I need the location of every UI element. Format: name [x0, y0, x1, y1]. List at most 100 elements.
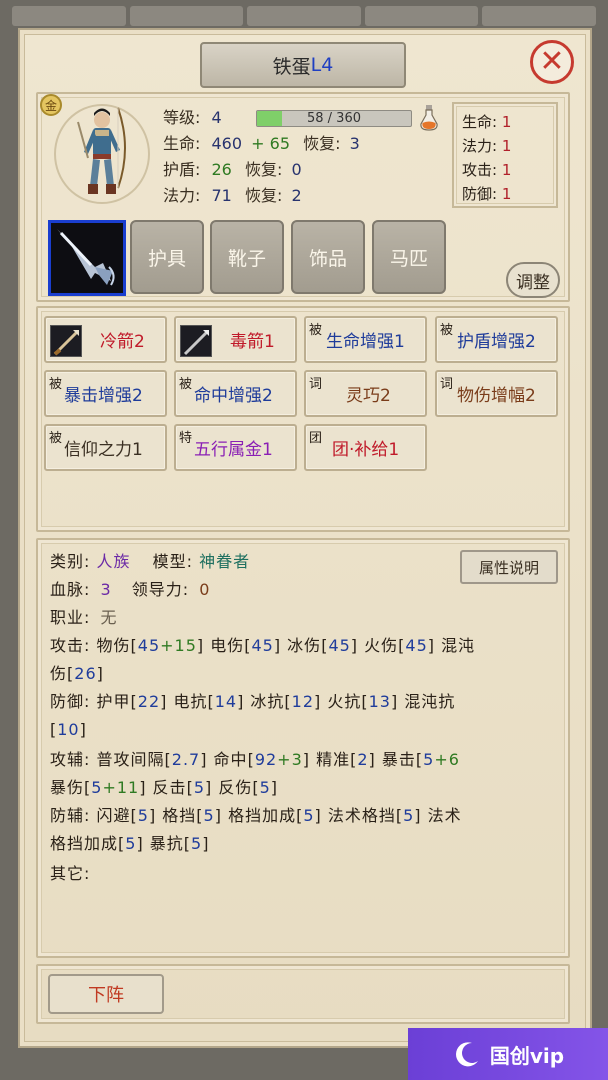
bonus-row: 法力: 1 [462, 134, 548, 158]
magic-block-bonus-label-part1: 法术 [427, 806, 462, 825]
skill-crit-boost[interactable]: 被 暴击增强2 [44, 370, 167, 417]
skill-name: 灵巧2 [346, 386, 391, 406]
reflect-value: 5 [259, 778, 271, 797]
phys-damage-plus: +15 [160, 636, 197, 655]
character-name: 铁蛋 [272, 55, 311, 78]
attribute-help-label: 属性说明 [478, 558, 539, 577]
attack-interval-value: 2.7 [171, 750, 201, 769]
chaos-damage-value: 26 [74, 664, 97, 683]
potion-icon[interactable] [418, 104, 440, 132]
accessory-slot-label: 饰品 [308, 247, 347, 270]
shield-label: 护盾: [163, 160, 201, 179]
other-row: 其它: [50, 860, 90, 888]
skill-tag: 被 [49, 377, 63, 392]
category-label: 类别: [50, 552, 91, 571]
reflect-label: 反伤 [218, 778, 253, 797]
bloodline-value: 3 [100, 580, 112, 599]
fire-res-value: 13 [368, 692, 391, 711]
job-label: 职业: [50, 608, 91, 627]
skill-tag: 特 [179, 431, 193, 446]
weapon-slot[interactable] [48, 220, 126, 296]
skill-poison-arrow[interactable]: 毒箭1 [174, 316, 297, 363]
info-category-row: 类别: 人族 模型: 神眷者 [50, 548, 250, 576]
magic-block-bonus-label-part2: 格挡加成 [50, 834, 119, 853]
counter-value: 5 [193, 778, 205, 797]
bonus-label: 攻击: [462, 161, 498, 179]
bench-button[interactable]: 下阵 [48, 974, 164, 1014]
hit-label: 命中 [213, 750, 248, 769]
skill-name: 五行属金1 [194, 440, 273, 460]
skill-name: 毒箭1 [230, 332, 275, 352]
bonus-label: 法力: [462, 137, 498, 155]
level-value: 4 [211, 108, 222, 127]
skill-hp-boost[interactable]: 被 生命增强1 [304, 316, 427, 363]
adjust-button[interactable]: 调整 [506, 262, 560, 298]
background-tab [247, 6, 361, 26]
defense-label: 防御: [50, 692, 91, 711]
attribute-help-button[interactable]: 属性说明 [460, 550, 558, 584]
bonus-label: 防御: [462, 185, 498, 203]
mp-label: 法力: [163, 186, 201, 205]
moon-logo-icon [455, 1042, 478, 1067]
horse-slot[interactable]: 马匹 [372, 220, 446, 294]
armor-slot[interactable]: 护具 [130, 220, 204, 294]
crit-label: 暴击 [381, 750, 416, 769]
phys-damage-base: 45 [137, 636, 161, 655]
skill-shield-boost[interactable]: 被 护盾增强2 [435, 316, 558, 363]
boots-slot[interactable]: 靴子 [210, 220, 284, 294]
bonus-value: 1 [501, 113, 512, 131]
magic-block-label: 法术格挡 [327, 806, 396, 825]
hp-plus: + 65 [251, 134, 290, 153]
hp-label: 生命: [163, 134, 201, 153]
close-button[interactable]: ✕ [530, 40, 574, 84]
magic-block-bonus-value: 5 [125, 834, 137, 853]
bonus-row: 攻击: 1 [462, 158, 548, 182]
magic-block-value: 5 [403, 806, 415, 825]
fire-damage-value: 45 [405, 636, 428, 655]
bonus-label: 生命: [462, 113, 498, 131]
grade-badge-text: 金 [44, 98, 57, 113]
skill-tag: 被 [179, 377, 193, 392]
character-portrait[interactable] [48, 98, 152, 208]
defense-line-1: 防御: 护甲[22] 电抗[14] 冰抗[12] 火抗[13] 混沌抗 [50, 692, 456, 711]
skill-name: 物伤增幅2 [457, 386, 536, 406]
fire-damage-label: 火伤 [364, 636, 399, 655]
defense-line-2: [10] [50, 720, 87, 739]
job-value: 无 [100, 608, 118, 627]
crit-damage-label: 暴伤 [50, 778, 85, 797]
info-job-row: 职业: 无 [50, 604, 118, 632]
phys-damage-label: 物伤 [96, 636, 131, 655]
background-tab [482, 6, 596, 26]
bonus-value: 1 [501, 161, 512, 179]
bloodline-label: 血脉: [50, 580, 91, 599]
armor-label: 护甲 [96, 692, 131, 711]
hp-regen-label: 恢复: [303, 134, 341, 153]
crit-damage-base: 5 [91, 778, 103, 797]
horse-slot-label: 马匹 [389, 247, 428, 270]
skill-phys-amp[interactable]: 词 物伤增幅2 [435, 370, 558, 417]
ice-res-value: 12 [291, 692, 315, 711]
ice-damage-label: 冰伤 [287, 636, 322, 655]
skill-agility[interactable]: 词 灵巧2 [304, 370, 427, 417]
dodge-value: 5 [137, 806, 149, 825]
accessory-slot[interactable]: 饰品 [291, 220, 365, 294]
elec-res-value: 14 [214, 692, 238, 711]
crit-res-label: 暴抗 [149, 834, 184, 853]
crit-res-value: 5 [191, 834, 203, 853]
fire-res-label: 火抗 [327, 692, 362, 711]
shield-value: 26 [211, 160, 232, 179]
grade-badge: 金 [40, 94, 62, 116]
leadership-value: 0 [199, 580, 211, 599]
skill-metal-element[interactable]: 特 五行属金1 [174, 424, 297, 471]
attack-line-1: 攻击: 物伤[45+15] 电伤[45] 冰伤[45] 火伤[45] 混沌 [50, 636, 476, 655]
skill-team-supply[interactable]: 团 团·补给1 [304, 424, 427, 471]
skill-cold-arrow[interactable]: 冷箭2 [44, 316, 167, 363]
other-label: 其它: [50, 864, 91, 883]
character-title: 铁蛋 L4 [200, 42, 406, 88]
chaos-res-value: 10 [57, 720, 80, 739]
skill-hit-boost[interactable]: 被 命中增强2 [174, 370, 297, 417]
skill-tag: 团 [309, 431, 323, 446]
skill-faith[interactable]: 被 信仰之力1 [44, 424, 167, 471]
bench-label: 下阵 [88, 985, 124, 1006]
info-bloodline-row: 血脉: 3 领导力: 0 [50, 576, 210, 604]
